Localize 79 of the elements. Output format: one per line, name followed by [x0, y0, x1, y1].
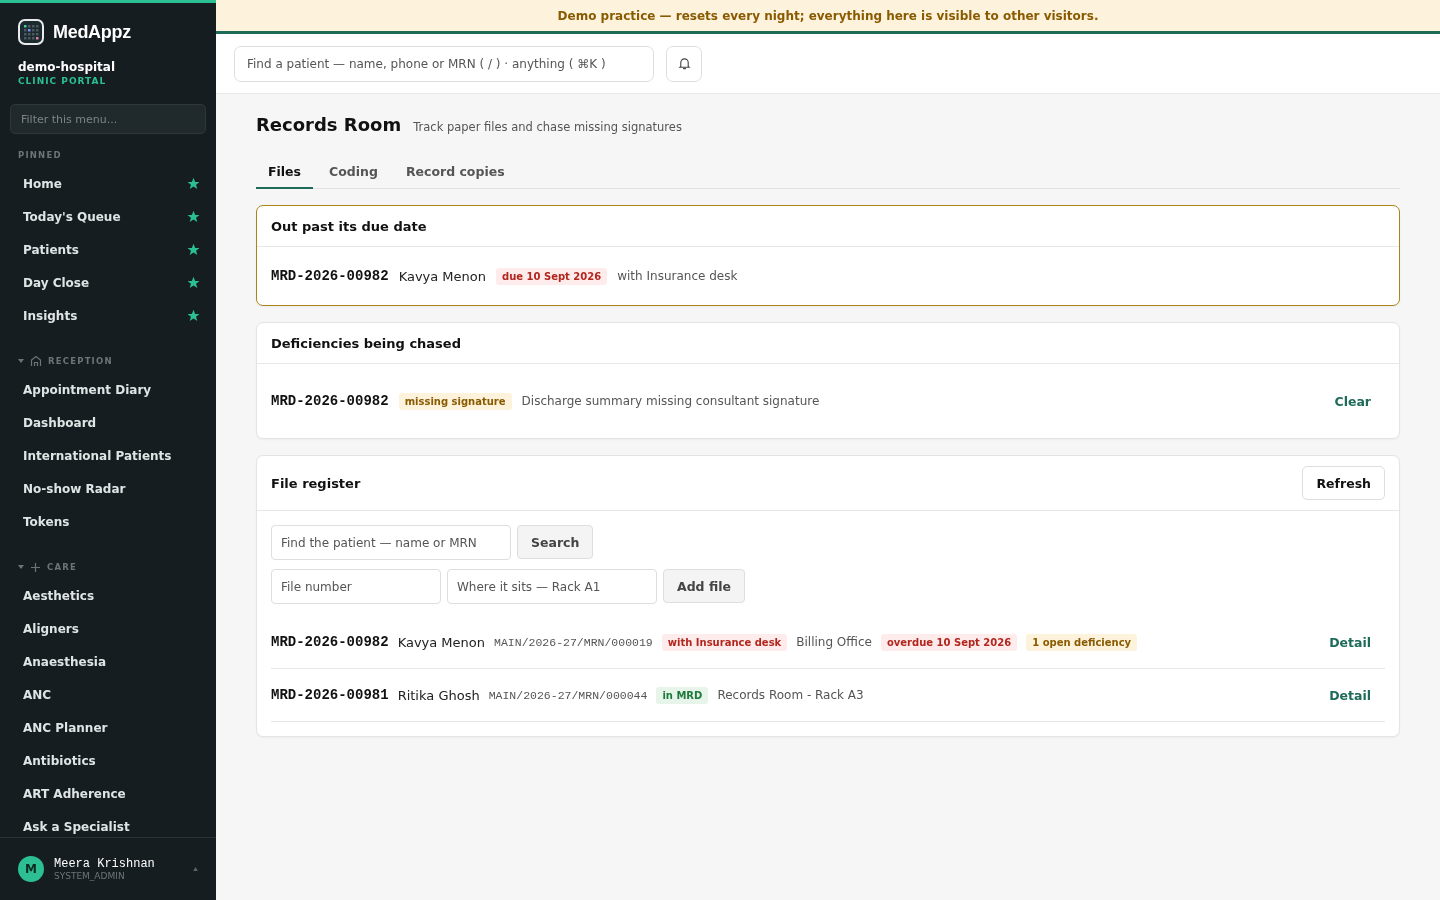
location-text: with Insurance desk [617, 269, 738, 283]
menu-item[interactable]: Insights [23, 308, 78, 323]
file-number: MAIN/2026-27/MRN/000044 [488, 688, 648, 702]
tab[interactable]: Record copies [393, 157, 517, 189]
star-icon[interactable] [187, 276, 200, 289]
search-button[interactable]: Search [517, 525, 594, 559]
deficiency-text: Discharge summary missing consultant signature [521, 394, 820, 408]
card-title: Deficiencies being chased [271, 335, 461, 351]
menu-item[interactable]: ANC [23, 687, 52, 702]
star-icon[interactable] [187, 309, 200, 322]
caret-icon[interactable] [193, 867, 198, 871]
card-title: File register [271, 475, 361, 491]
page-subtitle: Track paper files and chase missing signatures [413, 120, 682, 134]
menu-item[interactable]: Today's Queue [23, 209, 121, 224]
card-title: Out past its due date [271, 218, 427, 234]
patient-name: Kavya Menon [397, 634, 486, 650]
brand-name: MedAppz [53, 21, 131, 43]
tab[interactable]: Coding [317, 157, 390, 189]
menu-item[interactable]: Anaesthesia [23, 654, 106, 669]
menu-item[interactable]: Tokens [23, 514, 70, 529]
status-tag: 1 open deficiency [1026, 633, 1138, 651]
patient-search-field[interactable]: Find a patient — name, phone or MRN ( / ) · anything ( ⌘K ) [234, 45, 654, 82]
menu-item[interactable]: International Patients [23, 448, 172, 463]
menu-item[interactable]: Ask a Specialist [23, 819, 130, 834]
menu-item[interactable]: Aligners [23, 621, 79, 636]
house-icon [30, 355, 42, 367]
patient-name: Kavya Menon [398, 268, 487, 284]
user-name: Meera Krishnan [54, 857, 156, 871]
status-tag: overdue 10 Sept 2026 [880, 633, 1018, 651]
file-number: MAIN/2026-27/MRN/000019 [494, 635, 653, 649]
section-heading: PINNED [18, 150, 62, 160]
menu-item[interactable]: ANC Planner [23, 720, 108, 735]
location-text: Records Room - Rack A3 [717, 688, 864, 702]
avatar: M [18, 856, 44, 882]
mrn-number: MRD-2026-00982 [271, 268, 389, 284]
menu-item[interactable]: ART Adherence [23, 786, 126, 801]
banner-text: Demo practice — resets every night; everything here is visible to other visitors. [557, 8, 1099, 23]
status-tag: missing signature [398, 392, 512, 410]
detail-link[interactable]: Detail [1329, 634, 1385, 650]
mrn-number: MRD-2026-00982 [271, 393, 389, 409]
menu-filter-field[interactable]: Filter this menu... [10, 104, 206, 134]
menu-item[interactable]: Home [23, 176, 62, 191]
patient-name: Ritika Ghosh [397, 687, 480, 703]
logo-icon [18, 19, 44, 45]
status-tag: with Insurance desk [661, 633, 788, 651]
section-heading: RECEPTION [48, 356, 113, 366]
menu-item[interactable]: No-show Radar [23, 481, 126, 496]
caret-icon[interactable] [18, 564, 24, 570]
section-heading: CARE [47, 562, 77, 572]
star-icon[interactable] [187, 243, 200, 256]
star-icon[interactable] [187, 177, 200, 190]
menu-item[interactable]: Appointment Diary [23, 382, 152, 397]
tab[interactable]: Files [256, 157, 314, 189]
menu-item[interactable]: Antibiotics [23, 753, 96, 768]
menu-item[interactable]: Dashboard [23, 415, 97, 430]
organization-name: demo-hospital [17, 59, 117, 74]
mrn-number: MRD-2026-00982 [271, 634, 389, 650]
detail-link[interactable]: Detail [1329, 687, 1385, 703]
menu-item[interactable]: Aesthetics [23, 588, 95, 603]
bell-icon [677, 57, 691, 70]
caret-icon[interactable] [18, 358, 24, 364]
file-number-field[interactable]: File number [271, 569, 441, 604]
status-tag: in MRD [656, 686, 709, 704]
page-title: Records Room [256, 114, 402, 135]
notifications-button[interactable] [666, 45, 702, 82]
location-text: Billing Office [796, 635, 872, 649]
status-tag: due 10 Sept 2026 [496, 267, 608, 285]
star-icon[interactable] [187, 210, 200, 223]
patient-field[interactable]: Find the patient — name or MRN [271, 525, 511, 560]
menu-item[interactable]: Day Close [23, 275, 90, 290]
menu-item[interactable]: Patients [23, 242, 79, 257]
location-field[interactable]: Where it sits — Rack A1 [447, 569, 657, 604]
add-file-button[interactable]: Add file [663, 569, 745, 603]
plus-icon [30, 561, 41, 573]
refresh-button[interactable]: Refresh [1302, 466, 1385, 500]
portal-label: CLINIC PORTAL [17, 75, 108, 86]
clear-link[interactable]: Clear [1334, 393, 1385, 409]
mrn-number: MRD-2026-00981 [271, 687, 389, 703]
user-role: SYSTEM_ADMIN [54, 871, 126, 881]
